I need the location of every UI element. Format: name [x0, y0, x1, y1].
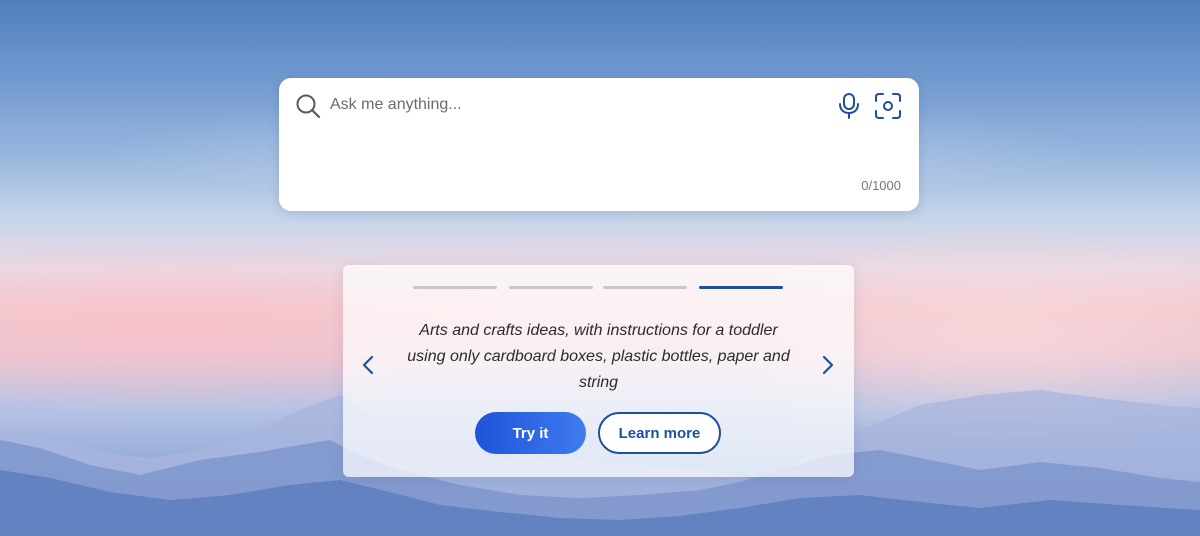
- search-input[interactable]: [330, 92, 810, 118]
- try-it-button[interactable]: Try it: [475, 412, 586, 454]
- progress-segment-2[interactable]: [509, 286, 593, 289]
- suggestion-prompt: Arts and crafts ideas, with instructions…: [407, 322, 790, 391]
- chevron-left-icon[interactable]: [359, 353, 379, 377]
- microphone-icon[interactable]: [837, 92, 861, 120]
- carousel-progress: [413, 286, 785, 290]
- progress-segment-4[interactable]: [699, 286, 783, 289]
- progress-segment-1[interactable]: [413, 286, 497, 289]
- character-counter: 0/1000: [861, 178, 901, 193]
- search-box[interactable]: 0/1000: [279, 78, 919, 211]
- suggestion-card: Arts and crafts ideas, with instructions…: [343, 265, 854, 477]
- visual-search-icon[interactable]: [874, 92, 902, 120]
- page-background: 0/1000 Arts and crafts ideas, with instr…: [0, 0, 1200, 536]
- learn-more-button[interactable]: Learn more: [598, 412, 721, 454]
- search-icon: [296, 94, 321, 119]
- progress-segment-3[interactable]: [603, 286, 687, 289]
- chevron-right-icon[interactable]: [817, 353, 837, 377]
